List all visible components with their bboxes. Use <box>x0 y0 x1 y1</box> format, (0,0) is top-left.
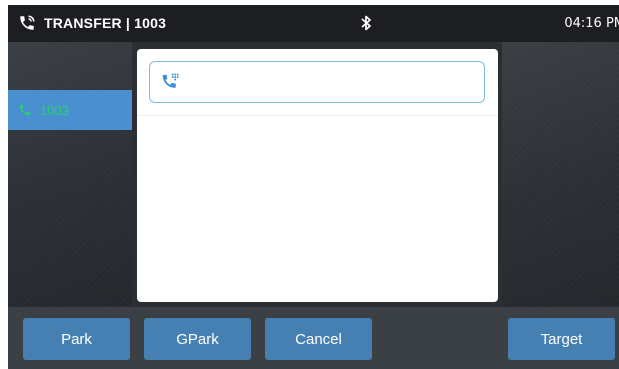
status-title: TRANSFER | 1003 <box>44 15 167 31</box>
phone-transfer-icon <box>20 15 35 30</box>
target-button[interactable]: Target <box>508 318 615 360</box>
line-number: 1003 <box>40 102 69 118</box>
dialpad-phone-icon <box>162 73 179 88</box>
line-list-panel: 1003 <box>8 42 132 306</box>
gpark-button[interactable]: GPark <box>144 318 251 360</box>
cancel-button[interactable]: Cancel <box>265 318 372 360</box>
transfer-dialog <box>137 49 498 302</box>
status-bar: TRANSFER | 1003 04:16 PM <box>8 5 619 42</box>
transfer-number-field[interactable] <box>149 61 485 103</box>
status-title-group: TRANSFER | 1003 <box>18 14 166 32</box>
phone-screen: TRANSFER | 1003 04:16 PM 1003 Park GPark… <box>8 5 619 369</box>
bluetooth-icon <box>361 15 371 31</box>
phone-icon <box>19 104 31 116</box>
softkey-bar: Park GPark Cancel Target <box>8 306 619 369</box>
clock-time: 04:16 PM <box>564 16 619 31</box>
park-button[interactable]: Park <box>23 318 130 360</box>
transfer-number-input[interactable] <box>189 66 484 98</box>
line-item-1003[interactable]: 1003 <box>8 90 132 130</box>
right-side-panel <box>502 42 619 306</box>
dialog-divider <box>137 115 498 116</box>
